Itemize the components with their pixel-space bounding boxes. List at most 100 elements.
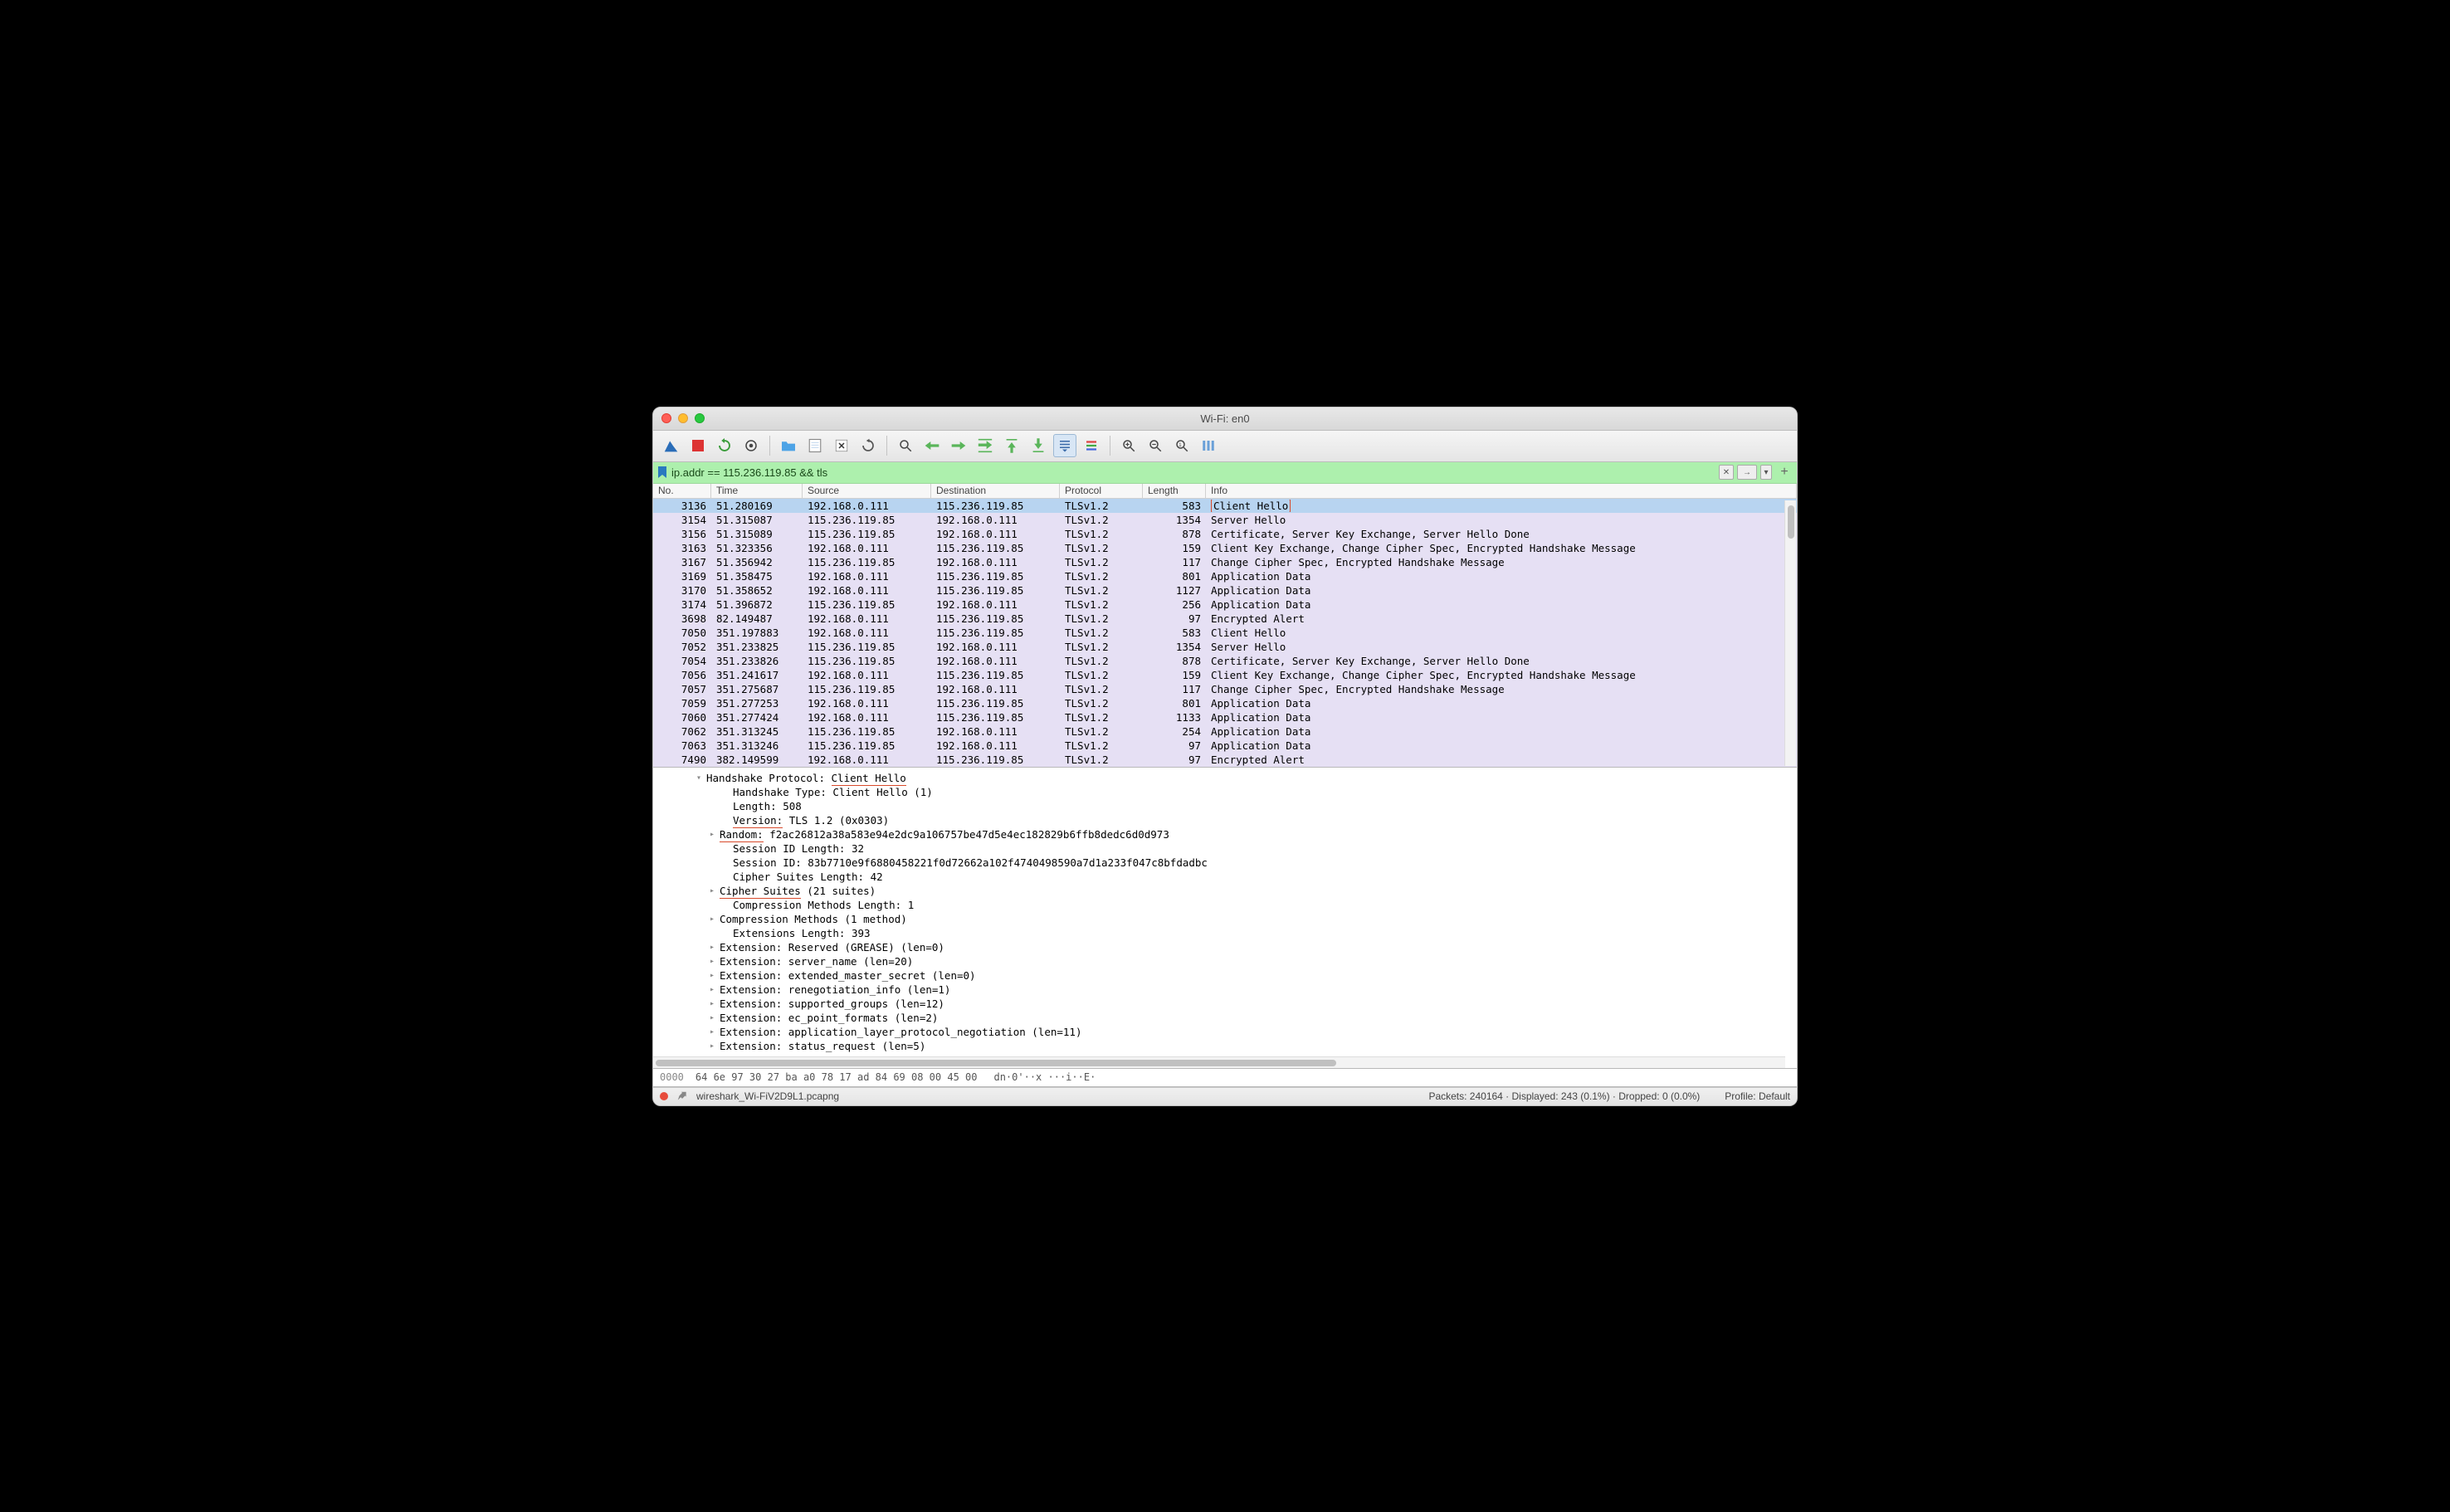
tree-item[interactable]: ▸Random: f2ac26812a38a583e94e2dc9a106757…	[653, 827, 1797, 841]
resize-columns-button[interactable]	[1197, 434, 1220, 457]
expand-arrow-icon[interactable]: ▸	[706, 830, 718, 839]
packet-row[interactable]: 7060351.277424192.168.0.111115.236.119.8…	[653, 710, 1797, 724]
tree-item[interactable]: Handshake Type: Client Hello (1)	[653, 785, 1797, 799]
go-back-button[interactable]	[920, 434, 944, 457]
close-file-button[interactable]	[830, 434, 853, 457]
zoom-in-button[interactable]	[1117, 434, 1140, 457]
tree-item[interactable]: ▸Extension: application_layer_protocol_n…	[653, 1025, 1797, 1039]
column-header-length[interactable]: Length	[1143, 484, 1206, 498]
tree-item[interactable]: ▸Extension: ec_point_formats (len=2)	[653, 1011, 1797, 1025]
tree-item[interactable]: Compression Methods Length: 1	[653, 898, 1797, 912]
packet-row[interactable]: 7490382.149599192.168.0.111115.236.119.8…	[653, 753, 1797, 767]
tree-item[interactable]: ▸Compression Methods (1 method)	[653, 912, 1797, 926]
expand-arrow-icon[interactable]	[720, 802, 731, 811]
tree-item[interactable]: ▸Extension: server_name (len=20)	[653, 954, 1797, 968]
packet-row[interactable]: 7057351.275687115.236.119.85192.168.0.11…	[653, 682, 1797, 696]
expand-arrow-icon[interactable]	[720, 788, 731, 797]
packet-row[interactable]: 7062351.313245115.236.119.85192.168.0.11…	[653, 724, 1797, 739]
tree-item[interactable]: ▾Handshake Protocol: Client Hello	[653, 771, 1797, 785]
stop-capture-button[interactable]	[686, 434, 710, 457]
capture-options-button[interactable]	[739, 434, 763, 457]
tree-item[interactable]: Version: TLS 1.2 (0x0303)	[653, 813, 1797, 827]
tree-item[interactable]: ▸Extension: supported_groups (len=12)	[653, 997, 1797, 1011]
expand-arrow-icon[interactable]: ▸	[706, 957, 718, 966]
shark-fin-icon[interactable]	[660, 434, 683, 457]
packet-list-body[interactable]: 313651.280169192.168.0.111115.236.119.85…	[653, 499, 1797, 767]
packet-row[interactable]: 316351.323356192.168.0.111115.236.119.85…	[653, 541, 1797, 555]
expand-arrow-icon[interactable]: ▸	[706, 971, 718, 980]
bookmark-icon[interactable]	[656, 466, 668, 478]
zoom-window-button[interactable]	[695, 413, 705, 423]
open-file-button[interactable]	[777, 434, 800, 457]
tree-item[interactable]: ▸Extension: extended_master_secret (len=…	[653, 968, 1797, 983]
packet-details-pane[interactable]: ▾Handshake Protocol: Client Hello Handsh…	[653, 768, 1797, 1069]
packet-row[interactable]: 317051.358652192.168.0.111115.236.119.85…	[653, 583, 1797, 597]
packet-row[interactable]: 7054351.233826115.236.119.85192.168.0.11…	[653, 654, 1797, 668]
expand-arrow-icon[interactable]: ▸	[706, 1041, 718, 1051]
filter-dropdown-button[interactable]: ▾	[1760, 465, 1772, 480]
go-to-packet-button[interactable]	[974, 434, 997, 457]
packet-list-header[interactable]: No. Time Source Destination Protocol Len…	[653, 484, 1797, 499]
add-filter-button[interactable]: +	[1775, 465, 1794, 480]
expand-arrow-icon[interactable]	[720, 929, 731, 938]
profile-label[interactable]: Profile: Default	[1725, 1090, 1790, 1102]
tree-item[interactable]: Extensions Length: 393	[653, 926, 1797, 940]
column-header-source[interactable]: Source	[803, 484, 931, 498]
packet-row[interactable]: 7056351.241617192.168.0.111115.236.119.8…	[653, 668, 1797, 682]
tree-item[interactable]: Length: 508	[653, 799, 1797, 813]
tree-item[interactable]: Session ID: 83b7710e9f6880458221f0d72662…	[653, 856, 1797, 870]
packet-row[interactable]: 315651.315089115.236.119.85192.168.0.111…	[653, 527, 1797, 541]
zoom-reset-button[interactable]: 1	[1170, 434, 1193, 457]
packet-row[interactable]: 316951.358475192.168.0.111115.236.119.85…	[653, 569, 1797, 583]
tree-item[interactable]: ▸Extension: Reserved (GREASE) (len=0)	[653, 940, 1797, 954]
packet-row[interactable]: 7059351.277253192.168.0.111115.236.119.8…	[653, 696, 1797, 710]
expand-arrow-icon[interactable]: ▸	[706, 999, 718, 1008]
packet-row[interactable]: 315451.315087115.236.119.85192.168.0.111…	[653, 513, 1797, 527]
column-header-info[interactable]: Info	[1206, 484, 1797, 498]
column-header-no[interactable]: No.	[653, 484, 711, 498]
reload-file-button[interactable]	[857, 434, 880, 457]
save-file-button[interactable]	[803, 434, 827, 457]
column-header-protocol[interactable]: Protocol	[1060, 484, 1143, 498]
packet-row[interactable]: 7050351.197883192.168.0.111115.236.119.8…	[653, 626, 1797, 640]
auto-scroll-button[interactable]	[1053, 434, 1076, 457]
close-window-button[interactable]	[661, 413, 671, 423]
expand-arrow-icon[interactable]	[720, 858, 731, 867]
tree-item[interactable]: ▸Extension: renegotiation_info (len=1)	[653, 983, 1797, 997]
go-first-packet-button[interactable]	[1000, 434, 1023, 457]
expand-arrow-icon[interactable]: ▸	[706, 915, 718, 924]
capture-file-properties-icon[interactable]	[676, 1090, 688, 1102]
details-horizontal-scrollbar[interactable]	[653, 1056, 1785, 1068]
expand-arrow-icon[interactable]: ▸	[706, 985, 718, 994]
apply-filter-button[interactable]: →	[1737, 465, 1757, 480]
packet-row[interactable]: 7052351.233825115.236.119.85192.168.0.11…	[653, 640, 1797, 654]
expand-arrow-icon[interactable]: ▾	[693, 773, 705, 783]
column-header-destination[interactable]: Destination	[931, 484, 1060, 498]
packet-row[interactable]: 316751.356942115.236.119.85192.168.0.111…	[653, 555, 1797, 569]
tree-item[interactable]: ▸Cipher Suites (21 suites)	[653, 884, 1797, 898]
packet-row[interactable]: 313651.280169192.168.0.111115.236.119.85…	[653, 499, 1797, 513]
zoom-out-button[interactable]	[1144, 434, 1167, 457]
packet-bytes-pane[interactable]: 0000 64 6e 97 30 27 ba a0 78 17 ad 84 69…	[653, 1069, 1797, 1087]
expert-info-icon[interactable]	[660, 1092, 668, 1100]
packet-row[interactable]: 317451.396872115.236.119.85192.168.0.111…	[653, 597, 1797, 612]
expand-arrow-icon[interactable]	[720, 900, 731, 910]
expand-arrow-icon[interactable]: ▸	[706, 1027, 718, 1036]
go-forward-button[interactable]	[947, 434, 970, 457]
expand-arrow-icon[interactable]	[720, 844, 731, 853]
expand-arrow-icon[interactable]: ▸	[706, 886, 718, 895]
colorize-button[interactable]	[1080, 434, 1103, 457]
display-filter-input[interactable]	[671, 466, 1715, 479]
minimize-window-button[interactable]	[678, 413, 688, 423]
expand-arrow-icon[interactable]: ▸	[706, 1013, 718, 1022]
clear-filter-button[interactable]: ✕	[1719, 465, 1734, 480]
find-packet-button[interactable]	[894, 434, 917, 457]
restart-capture-button[interactable]	[713, 434, 736, 457]
expand-arrow-icon[interactable]: ▸	[706, 943, 718, 952]
packet-list-scrollbar[interactable]	[1784, 500, 1796, 766]
column-header-time[interactable]: Time	[711, 484, 803, 498]
tree-item[interactable]: Cipher Suites Length: 42	[653, 870, 1797, 884]
tree-item[interactable]: ▸Extension: status_request (len=5)	[653, 1039, 1797, 1053]
packet-row[interactable]: 7063351.313246115.236.119.85192.168.0.11…	[653, 739, 1797, 753]
go-last-packet-button[interactable]	[1027, 434, 1050, 457]
